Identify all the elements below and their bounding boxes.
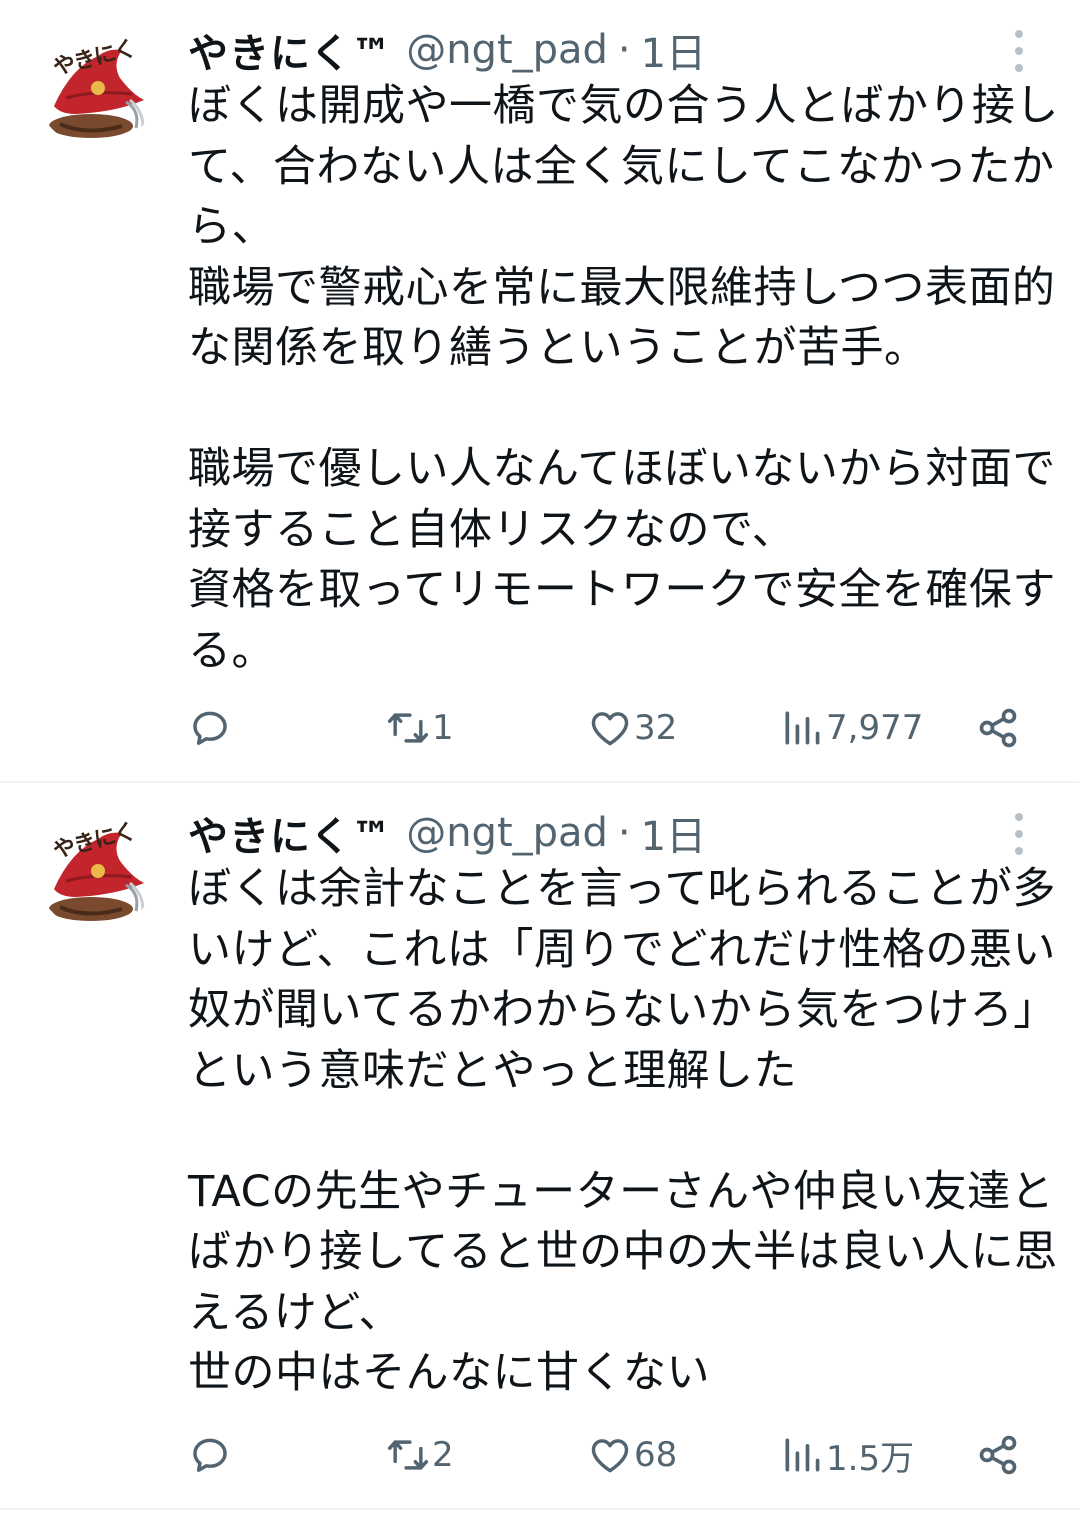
views-button[interactable]: 7,977 xyxy=(780,698,923,758)
display-name[interactable]: やきにく™ xyxy=(188,804,392,862)
retweet-button[interactable]: 2 xyxy=(386,1425,454,1485)
share-button[interactable] xyxy=(976,1425,1020,1485)
separator-dot: · xyxy=(617,810,631,856)
view-count: 1.5万 xyxy=(826,1438,915,1479)
like-count: 32 xyxy=(634,708,678,748)
like-button[interactable]: 32 xyxy=(588,698,677,758)
more-icon[interactable] xyxy=(1007,30,1031,72)
retweet-icon xyxy=(387,713,429,743)
tweet[interactable]: やきにく やきにく™ @ngt_pad · 1日 ぼくは開成や一橋で気の合う人と… xyxy=(0,0,1079,782)
action-bar: 1 32 7,977 xyxy=(0,698,1079,758)
view-count: 7,977 xyxy=(826,708,924,748)
views-button[interactable]: 1.5万 xyxy=(780,1425,914,1485)
retweet-count: 1 xyxy=(432,708,454,748)
reply-button[interactable] xyxy=(188,1425,234,1485)
retweet-button[interactable]: 1 xyxy=(386,698,454,758)
timestamp[interactable]: 1日 xyxy=(641,21,706,79)
user-handle[interactable]: @ngt_pad xyxy=(406,810,608,856)
retweet-icon xyxy=(387,1440,429,1470)
timestamp[interactable]: 1日 xyxy=(641,804,706,862)
reply-button[interactable] xyxy=(188,698,234,758)
user-handle[interactable]: @ngt_pad xyxy=(406,27,608,73)
heart-icon xyxy=(591,1439,629,1473)
tweet-divider xyxy=(0,1508,1079,1510)
tweet[interactable]: やきにく やきにく™ @ngt_pad · 1日 ぼくは余計なことを言って叱られ… xyxy=(0,783,1079,1508)
share-icon xyxy=(979,1435,1017,1475)
tweet-text: ぼくは余計なことを言って叱られることが多いけど、これは「周りでどれだけ性格の悪い… xyxy=(188,864,1058,1398)
reply-icon xyxy=(193,1438,227,1472)
tweet-header: やきにく™ @ngt_pad · 1日 xyxy=(188,805,706,861)
separator-dot: · xyxy=(617,27,631,73)
avatar[interactable]: やきにく xyxy=(36,811,156,931)
views-icon xyxy=(785,1438,820,1472)
like-count: 68 xyxy=(634,1435,678,1475)
avatar[interactable]: やきにく xyxy=(36,28,156,148)
like-button[interactable]: 68 xyxy=(588,1425,677,1485)
tweet-header: やきにく™ @ngt_pad · 1日 xyxy=(188,22,706,78)
reply-icon xyxy=(193,711,227,745)
display-name[interactable]: やきにく™ xyxy=(188,21,392,79)
tweet-text: ぼくは開成や一橋で気の合う人とばかり接して、合わない人は全く気にしてこなかったか… xyxy=(188,81,1059,676)
more-icon[interactable] xyxy=(1007,813,1031,855)
retweet-count: 2 xyxy=(432,1435,454,1475)
share-button[interactable] xyxy=(976,698,1020,758)
heart-icon xyxy=(591,712,629,746)
views-icon xyxy=(785,711,820,745)
action-bar: 2 68 1.5万 xyxy=(0,1425,1079,1485)
share-icon xyxy=(979,708,1017,748)
